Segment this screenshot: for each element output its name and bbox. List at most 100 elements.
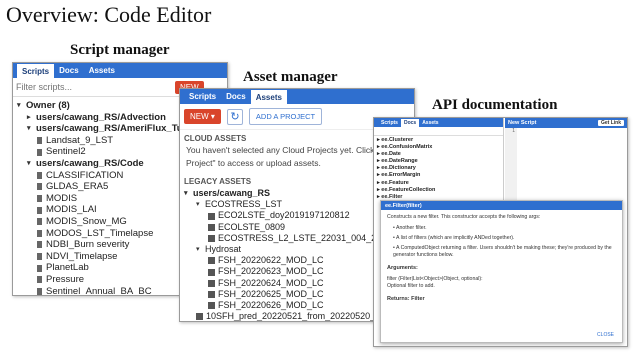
expand-down-icon: ▾ xyxy=(196,201,200,209)
image-asset-icon xyxy=(208,212,215,220)
script-file-icon xyxy=(37,241,42,249)
script-file-icon xyxy=(37,264,42,272)
tab-docs[interactable]: Docs xyxy=(221,89,251,104)
tree-item-label: ECO2LSTE_doy2019197120812 xyxy=(218,210,350,221)
bullet-text: A ComputedObject returning a filter. Use… xyxy=(393,245,612,258)
tree-item-label: MODIS_LAI xyxy=(46,204,97,216)
tree-item-label: MODOS_LST_Timelapse xyxy=(46,227,154,239)
image-asset-icon xyxy=(208,279,215,287)
image-asset-icon xyxy=(196,313,203,321)
popup-bullet: • A list of filters (which are implicitl… xyxy=(393,235,515,241)
script-file-icon xyxy=(37,276,42,284)
docs-list-item[interactable]: ▸ ee.Dictionary xyxy=(377,165,500,172)
get-link-button[interactable]: Get Link xyxy=(597,120,624,126)
script-file-icon xyxy=(37,171,42,179)
arguments-heading: Arguments: xyxy=(387,265,418,271)
docs-list-label: ee.Feature xyxy=(381,179,409,186)
new-asset-button[interactable]: NEW ▾ xyxy=(184,109,221,124)
caret-down-icon: ▾ xyxy=(210,112,215,121)
docs-list-item[interactable]: ▸ ee.DateRange xyxy=(377,158,500,165)
slide-title: Overview: Code Editor xyxy=(6,2,212,27)
tree-item-label: MODIS_Snow_MG xyxy=(46,215,127,227)
tab-docs[interactable]: Docs xyxy=(400,118,420,127)
docs-list-item[interactable]: ▸ ee.Date xyxy=(377,151,500,158)
tree-item-label: Pressure xyxy=(46,273,85,285)
docs-list-label: ee.FeatureCollection xyxy=(381,186,436,193)
tab-scripts[interactable]: Scripts xyxy=(17,63,55,78)
add-project-button[interactable]: ADD A PROJECT xyxy=(248,108,323,125)
script-file-icon xyxy=(37,148,42,156)
editor-title: New Script xyxy=(508,120,537,126)
script-file-icon xyxy=(37,229,42,237)
script-file-icon xyxy=(37,218,42,226)
script-file-icon xyxy=(37,287,42,295)
tree-item-label: Owner (8) xyxy=(26,100,70,111)
docs-list-label: ee.ErrorMargin xyxy=(381,172,421,179)
image-asset-icon xyxy=(208,290,215,298)
tree-item-label: NDBI_Burn severity xyxy=(46,239,130,251)
script-file-icon xyxy=(37,253,42,261)
script-file-icon xyxy=(37,206,42,214)
tree-item-label: FSH_20220626_MOD_LC xyxy=(218,300,324,311)
api-documentation-caption: API documentation xyxy=(432,97,558,113)
refresh-icon[interactable]: ↻ xyxy=(226,108,243,125)
script-tabbar: Scripts Docs Assets xyxy=(13,63,227,78)
tab-assets[interactable]: Assets xyxy=(84,63,120,78)
tree-item-label: FSH_20220622_MOD_LC xyxy=(218,255,324,266)
docs-list-item[interactable]: ▸ ee.ConfusionMatrix xyxy=(377,144,500,151)
tree-item-label: users/cawang_RS/Code xyxy=(36,157,144,169)
tab-docs[interactable]: Docs xyxy=(54,63,84,78)
docs-list-label: ee.Clusterer xyxy=(381,137,414,143)
tree-item-label: NDVI_Timelapse xyxy=(46,250,118,262)
tab-assets[interactable]: Assets xyxy=(419,118,441,127)
docs-list-label: ee.DateRange xyxy=(381,158,418,165)
bullet-text: Another filter. xyxy=(395,225,427,231)
tab-assets[interactable]: Assets xyxy=(250,89,287,104)
bullet-text: A list of filters (which are implicitly … xyxy=(395,235,515,241)
asset-manager-caption: Asset manager xyxy=(243,69,338,85)
expand-down-icon: ▾ xyxy=(27,125,31,133)
asset-tabbar: Scripts Docs Assets xyxy=(180,89,414,104)
docs-list-label: ee.Dictionary xyxy=(381,165,416,172)
tree-item-label: FSH_20220625_MOD_LC xyxy=(218,288,324,299)
tab-scripts[interactable]: Scripts xyxy=(378,118,401,127)
docs-list-item[interactable]: ▸ ee.Feature xyxy=(377,180,500,187)
script-file-icon xyxy=(37,195,42,203)
image-asset-icon xyxy=(208,268,215,276)
docs-list-item[interactable]: ▸ ee.ErrorMargin xyxy=(377,172,500,179)
tab-scripts[interactable]: Scripts xyxy=(184,89,221,104)
tree-item-label: Sentinel2 xyxy=(46,146,86,158)
api-tabbar: Scripts Docs Assets xyxy=(374,118,503,127)
tree-item-label: Landsat_9_LST xyxy=(46,134,114,146)
docs-list-label: ee.ConfusionMatrix xyxy=(381,144,433,151)
tree-item-label: users/cawang_RS xyxy=(193,188,271,198)
returns-text: Returns: Filter xyxy=(387,296,425,302)
popup-bullet: • Another filter. xyxy=(393,225,427,231)
tree-item-label: 10SFH_pred_20220521_from_20220520_usin xyxy=(206,311,392,322)
popup-bullet: • A ComputedObject returning a filter. U… xyxy=(393,245,612,258)
close-button[interactable]: CLOSE xyxy=(597,332,614,338)
image-asset-icon xyxy=(208,234,215,242)
docs-sidebar: Scripts Docs Assets ▸ ee.Clusterer ▸ ee.C… xyxy=(374,118,504,203)
tree-item-label: CLASSIFICATION xyxy=(46,169,124,181)
tree-item-label: FSH_20220623_MOD_LC xyxy=(218,266,324,277)
tree-item-label: Hydrosat xyxy=(205,244,242,255)
tree-item-label: MODIS xyxy=(46,192,78,204)
tree-item-label: ECOLSTE_0809 xyxy=(218,221,286,232)
docs-list-item[interactable]: ▸ ee.FeatureCollection xyxy=(377,187,500,194)
new-asset-label: NEW xyxy=(190,112,209,121)
docs-list-label: ee.Filter xyxy=(381,193,403,200)
tree-item-label: users/cawang_RS/Advection xyxy=(36,111,166,123)
tree-item-label: FSH_20220624_MOD_LC xyxy=(218,277,324,288)
tree-item-label: GLDAS_ERA5 xyxy=(46,181,109,193)
docs-list-item[interactable]: ▸ ee.Clusterer xyxy=(377,137,500,144)
line-number: 1 xyxy=(505,128,517,203)
code-editor[interactable]: New Script Get Link 1 xyxy=(505,118,627,203)
docs-search-input[interactable] xyxy=(374,127,503,136)
expand-down-icon: ▾ xyxy=(27,159,31,167)
filter-doc-popup: ee.Filter(filter) Constructs a new filte… xyxy=(380,200,623,343)
expand-right-icon: ▸ xyxy=(27,113,31,121)
popup-description: Constructs a new filter. This constructo… xyxy=(387,214,541,220)
filter-scripts-input[interactable] xyxy=(16,82,166,92)
api-documentation-panel: Scripts Docs Assets ▸ ee.Clusterer ▸ ee.C… xyxy=(373,117,628,347)
